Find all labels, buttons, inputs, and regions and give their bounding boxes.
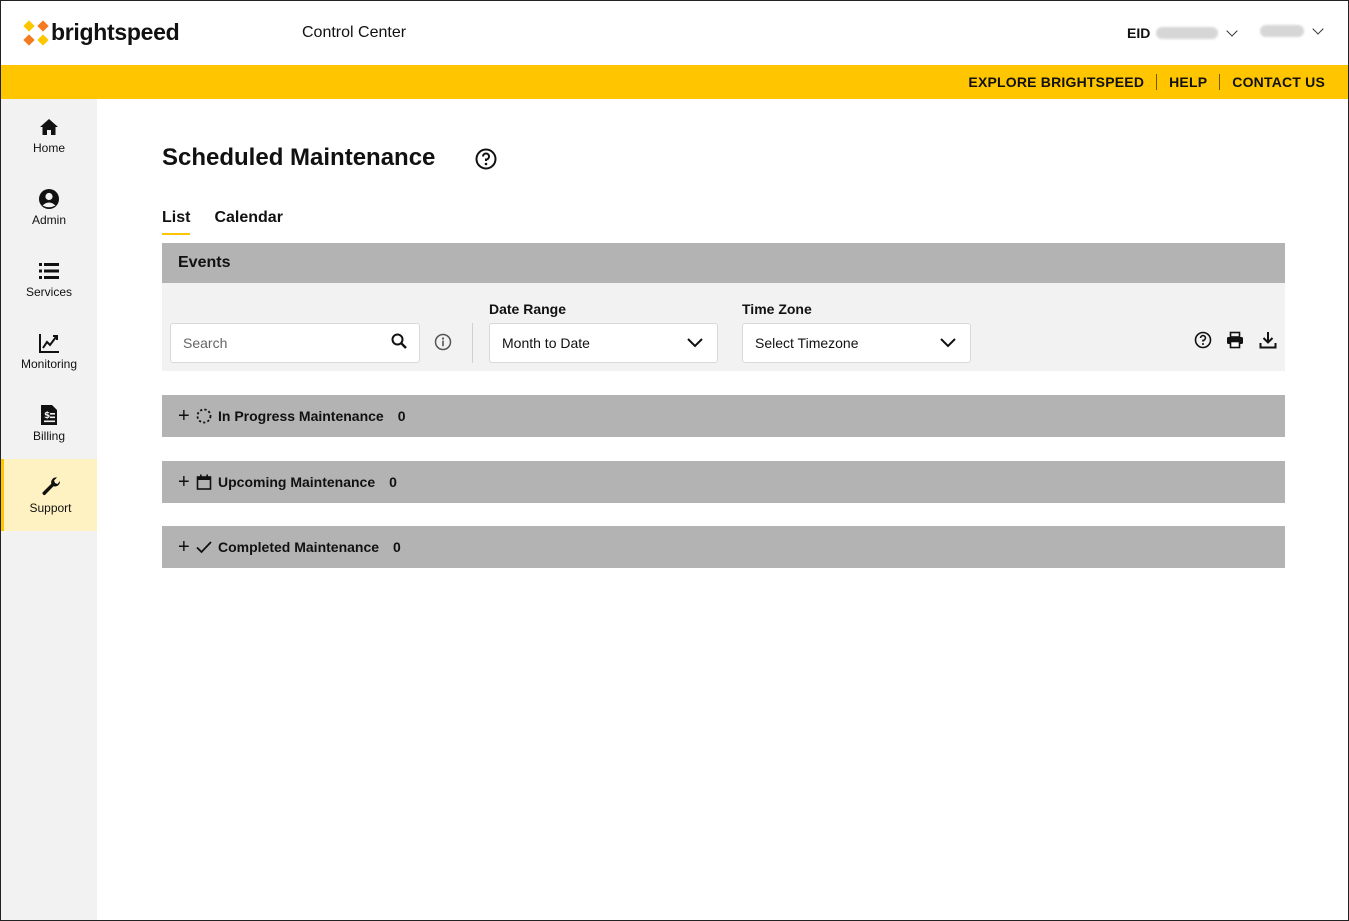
sidebar-item-billing[interactable]: $ Billing <box>1 387 97 459</box>
sidebar-item-monitoring[interactable]: Monitoring <box>1 315 97 387</box>
calendar-icon <box>196 474 212 490</box>
divider <box>1219 74 1221 90</box>
chevron-down-icon <box>1226 25 1239 37</box>
section-label: Upcoming Maintenance <box>218 474 376 490</box>
section-count: 0 <box>393 539 401 555</box>
sidebar-item-support[interactable]: Support <box>1 459 97 531</box>
plus-icon: + <box>178 471 190 493</box>
view-tabs: List Calendar <box>162 209 307 235</box>
spinner-icon <box>196 408 212 424</box>
chevron-down-icon <box>687 335 703 351</box>
sidebar-item-label: Monitoring <box>20 357 78 371</box>
plus-icon: + <box>178 405 190 427</box>
divider <box>472 323 473 363</box>
time-zone-label: Time Zone <box>742 301 812 317</box>
chart-line-icon <box>37 331 61 355</box>
events-header: Events <box>162 243 1285 283</box>
svg-text:$: $ <box>44 411 50 421</box>
sidebar-item-label: Admin <box>31 213 66 227</box>
time-zone-select[interactable]: Select Timezone <box>742 323 971 363</box>
eid-selector[interactable]: EID <box>1127 25 1239 41</box>
tab-list[interactable]: List <box>162 209 191 235</box>
invoice-icon: $ <box>37 403 61 427</box>
search-icon[interactable] <box>391 333 407 354</box>
events-filter-bar: Date Range Month to Date Time Zone Selec… <box>162 283 1285 371</box>
section-label: In Progress Maintenance <box>218 408 384 424</box>
sidebar-item-label: Home <box>32 141 65 155</box>
date-range-select[interactable]: Month to Date <box>489 323 718 363</box>
user-circle-icon <box>37 187 61 211</box>
top-header: brightspeed Control Center EID <box>1 1 1348 65</box>
tab-calendar[interactable]: Calendar <box>214 209 282 235</box>
date-range-label: Date Range <box>489 301 567 317</box>
divider <box>1156 74 1158 90</box>
eid-value-redacted <box>1156 27 1219 39</box>
explore-brightspeed-link[interactable]: EXPLORE BRIGHTSPEED <box>968 74 1144 90</box>
upcoming-maintenance-section[interactable]: + Upcoming Maintenance 0 <box>162 461 1285 503</box>
sidebar-item-services[interactable]: Services <box>1 243 97 315</box>
app-title: Control Center <box>302 24 407 41</box>
section-count: 0 <box>389 474 397 490</box>
search-box <box>170 323 420 363</box>
time-zone-value: Select Timezone <box>755 335 859 351</box>
sidebar-item-label: Billing <box>32 429 65 443</box>
logo-mark-icon <box>23 19 49 46</box>
page-title: Scheduled Maintenance <box>162 144 436 171</box>
in-progress-maintenance-section[interactable]: + In Progress Maintenance 0 <box>162 395 1285 437</box>
utility-nav: EXPLORE BRIGHTSPEED HELP CONTACT US <box>1 65 1348 99</box>
check-icon <box>196 539 212 555</box>
download-icon[interactable] <box>1259 331 1277 349</box>
chevron-down-icon <box>940 335 956 351</box>
user-menu[interactable] <box>1254 23 1324 37</box>
info-icon[interactable] <box>434 333 452 351</box>
list-icon <box>37 259 61 283</box>
plus-icon: + <box>178 536 190 558</box>
search-input[interactable] <box>183 335 391 351</box>
sidebar-nav: Home Admin Services Monitoring $ Billing… <box>1 99 97 920</box>
eid-label: EID <box>1127 25 1151 41</box>
help-link[interactable]: HELP <box>1169 74 1207 90</box>
sidebar-item-label: Services <box>25 285 72 299</box>
brightspeed-logo[interactable]: brightspeed <box>23 19 180 46</box>
logo-text: brightspeed <box>51 19 180 45</box>
sidebar-item-label: Support <box>29 501 72 515</box>
home-icon <box>37 115 61 139</box>
help-circle-icon[interactable] <box>1194 331 1212 349</box>
completed-maintenance-section[interactable]: + Completed Maintenance 0 <box>162 526 1285 568</box>
chevron-down-icon <box>1312 23 1324 35</box>
date-range-value: Month to Date <box>502 335 590 351</box>
section-label: Completed Maintenance <box>218 539 380 555</box>
print-icon[interactable] <box>1226 331 1244 349</box>
wrench-icon <box>39 475 63 499</box>
section-count: 0 <box>397 408 406 424</box>
contact-us-link[interactable]: CONTACT US <box>1232 74 1325 90</box>
sidebar-item-admin[interactable]: Admin <box>1 171 97 243</box>
sidebar-item-home[interactable]: Home <box>1 99 97 171</box>
help-circle-icon[interactable] <box>475 148 497 170</box>
username-redacted <box>1260 25 1304 37</box>
